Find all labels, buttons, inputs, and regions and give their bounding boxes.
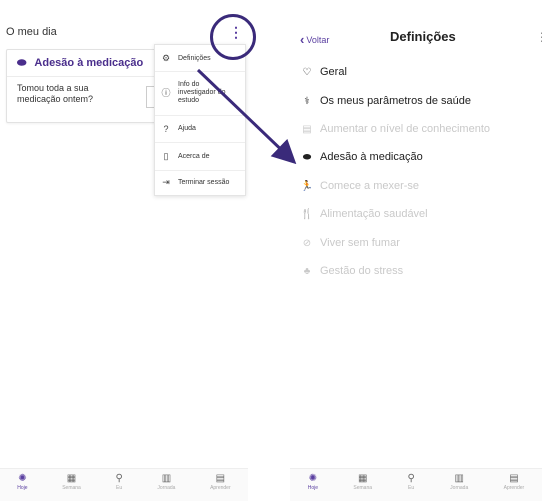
more-options-icon[interactable]: ⋮	[536, 30, 542, 44]
pill-icon: ⬬	[17, 56, 27, 69]
settings-item-get-moving: 🏃 Comece a mexer-se	[300, 180, 419, 192]
phone-icon: ▯	[163, 150, 169, 161]
tab-journey[interactable]: ▥ Jornada	[450, 469, 468, 491]
sun-icon: ✺	[18, 473, 27, 484]
calendar-icon: ▦	[66, 473, 77, 484]
map-icon: ▥	[454, 473, 464, 484]
settings-item-healthy-eating: 🍴 Alimentação saudável	[300, 208, 428, 220]
settings-item-label: Os meus parâmetros de saúde	[320, 95, 472, 107]
book-icon: ▤	[509, 473, 519, 484]
settings-item-general[interactable]: ♡ Geral	[300, 66, 347, 78]
running-icon: 🏃	[300, 180, 314, 192]
menu-item-label: Ajuda	[178, 125, 196, 132]
tab-today[interactable]: ✺ Hoje	[17, 469, 27, 491]
tab-me[interactable]: ⚲ Eu	[115, 469, 122, 491]
settings-screen: ‹ Voltar Definições ⋮ ♡ Geral ⚕ Os meus …	[290, 0, 542, 501]
settings-item-label: Adesão à medicação	[320, 151, 423, 163]
back-button[interactable]: ‹ Voltar	[300, 32, 329, 47]
book-icon: ▤	[215, 473, 226, 484]
menu-item-label: Terminar sessão	[178, 179, 230, 186]
tab-learn[interactable]: ▤ Aprender	[504, 469, 525, 491]
chevron-left-icon: ‹	[300, 32, 305, 47]
info-icon: ⓘ	[161, 88, 171, 98]
help-icon: ?	[163, 123, 169, 134]
back-label: Voltar	[306, 34, 330, 45]
card-question: Tomou toda a sua medicação ontem?	[17, 83, 94, 104]
annotation-circle	[210, 14, 256, 60]
no-smoking-icon: ⊘	[302, 237, 312, 249]
settings-item-label: Aumentar o nível de conhecimento	[320, 123, 490, 135]
settings-item-label: Comece a mexer-se	[320, 180, 420, 192]
map-icon: ▥	[161, 473, 172, 484]
calendar-icon: ▦	[357, 473, 368, 484]
overflow-menu: ⚙ Definições ⓘ Info do investigador do e…	[154, 44, 246, 196]
settings-item-knowledge: ▤ Aumentar o nível de conhecimento	[300, 123, 490, 135]
heart-icon: ♡	[302, 66, 312, 78]
my-day-screen: O meu dia ⋮ ⬬ Adesão à medicação Tomou t…	[0, 0, 256, 501]
settings-item-stress: ♣ Gestão do stress	[300, 265, 403, 277]
menu-item-logout[interactable]: ⇥ Terminar sessão	[155, 170, 245, 195]
person-icon: ⚲	[115, 473, 123, 484]
logout-icon: ⇥	[162, 177, 170, 187]
bottom-tab-bar: ✺ Hoje ▦ Semana ⚲ Eu ▥ Jornada ▤ Aprender	[290, 468, 542, 501]
sun-icon: ✺	[308, 473, 318, 484]
menu-item-investigator-info[interactable]: ⓘ Info do investigador do estudo	[155, 71, 245, 116]
settings-item-label: Gestão do stress	[320, 265, 404, 277]
settings-item-label: Viver sem fumar	[320, 237, 400, 249]
person-icon: ⚲	[407, 473, 415, 484]
menu-item-label: Info do investigador do estudo	[178, 81, 226, 104]
stress-icon: ♣	[303, 265, 311, 277]
cutlery-icon: 🍴	[300, 208, 314, 220]
page-title: Definições	[390, 29, 456, 44]
menu-item-label: Definições	[178, 54, 211, 62]
settings-item-label: Geral	[320, 66, 347, 78]
settings-item-smoke-free: ⊘ Viver sem fumar	[300, 237, 400, 249]
card-title: Adesão à medicação	[34, 57, 144, 69]
tab-today[interactable]: ✺ Hoje	[308, 469, 318, 491]
pill-icon: ⬬	[302, 151, 312, 163]
settings-item-label: Alimentação saudável	[320, 208, 428, 220]
book-icon: ▤	[302, 123, 312, 135]
tab-journey[interactable]: ▥ Jornada	[157, 469, 175, 491]
bottom-tab-bar: ✺ Hoje ▦ Semana ⚲ Eu ▥ Jornada ▤ Aprender	[0, 468, 248, 501]
tab-me[interactable]: ⚲ Eu	[407, 469, 414, 491]
tab-week[interactable]: ▦ Semana	[353, 469, 372, 491]
menu-item-label: Acerca de	[178, 152, 210, 160]
health-icon: ⚕	[304, 95, 310, 107]
menu-item-about[interactable]: ▯ Acerca de	[155, 142, 245, 171]
tab-learn[interactable]: ▤ Aprender	[210, 469, 231, 491]
settings-item-medication-adherence[interactable]: ⬬ Adesão à medicação	[300, 151, 423, 163]
page-title: O meu dia	[6, 26, 57, 38]
tab-week[interactable]: ▦ Semana	[62, 469, 81, 491]
settings-item-health-parameters[interactable]: ⚕ Os meus parâmetros de saúde	[300, 95, 471, 107]
gear-icon: ⚙	[161, 52, 171, 63]
menu-item-help[interactable]: ? Ajuda	[155, 115, 245, 143]
